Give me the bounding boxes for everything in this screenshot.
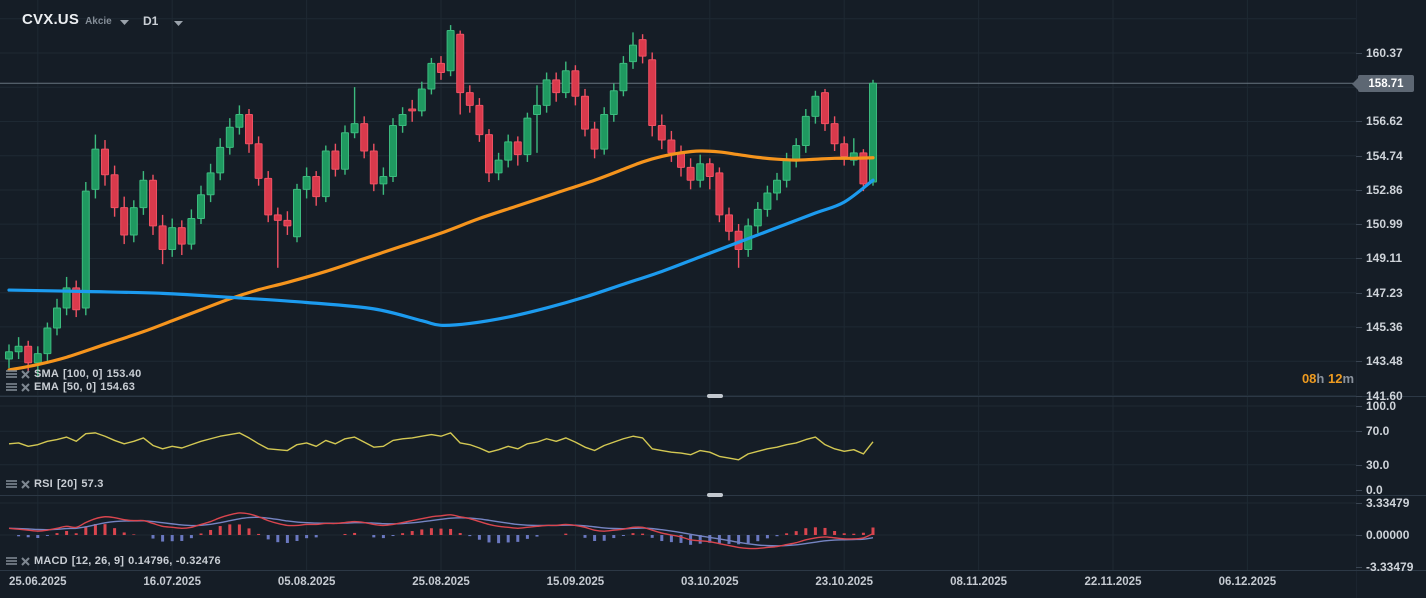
- indicator-params: [50, 0]: [63, 381, 97, 393]
- rsi-axis-label: 30.0: [1366, 457, 1390, 472]
- timeframe-selector[interactable]: D1: [143, 10, 184, 31]
- market-type-label: Akcie: [85, 15, 112, 27]
- price-axis-label: 156.62: [1366, 114, 1403, 129]
- axis-tick: [1356, 326, 1362, 328]
- date-axis-label: 25.08.2025: [412, 576, 470, 588]
- date-axis-label: 03.10.2025: [681, 576, 739, 588]
- axis-tick: [1356, 121, 1362, 123]
- date-axis-label: 05.08.2025: [277, 576, 336, 588]
- price-axis-separator: [1356, 0, 1357, 598]
- axis-tick: [1356, 567, 1362, 568]
- axis-tick: [1356, 490, 1362, 491]
- current-price-tag: 158.71: [1352, 75, 1414, 92]
- symbol-selector[interactable]: CVX.US Akcie: [22, 9, 129, 30]
- divider-grip-icon[interactable]: [707, 394, 723, 398]
- date-axis-label: 08.11.2025: [950, 576, 1008, 588]
- price-axis-label: 149.11: [1366, 251, 1403, 266]
- axis-tick: [1356, 431, 1362, 433]
- macd-axis-label: 3.33479: [1366, 495, 1410, 510]
- axis-tick: [1356, 53, 1362, 54]
- axis-tick: [1356, 406, 1362, 407]
- date-axis-label: 15.09.2025: [546, 576, 605, 588]
- date-axis-label: 22.11.2025: [1084, 576, 1142, 588]
- pane-divider[interactable]: [0, 394, 1426, 398]
- axis-tick: [1356, 395, 1362, 397]
- price-axis-label: 150.99: [1366, 217, 1403, 232]
- rsi-axis-label: 100.0: [1366, 399, 1397, 413]
- macd-axis-label: -3.33479: [1366, 560, 1414, 574]
- indicator-value: 57.3: [81, 478, 104, 490]
- sma-legend: SMA [100, 0] 153.40: [6, 368, 141, 380]
- axis-tick: [1356, 502, 1362, 504]
- indicator-name: EMA: [34, 381, 60, 393]
- divider-grip-icon[interactable]: [707, 493, 723, 497]
- indicator-settings-icon[interactable]: [6, 382, 17, 392]
- chevron-down-icon: [119, 12, 129, 30]
- rsi-axis-label: 70.0: [1366, 424, 1390, 439]
- price-axis-label: 152.86: [1366, 183, 1403, 198]
- axis-tick: [1356, 155, 1362, 157]
- symbol-name: CVX.US: [22, 11, 80, 28]
- ema-legend: EMA [50, 0] 154.63: [6, 381, 135, 393]
- axis-tick: [1356, 224, 1362, 226]
- axis-tick: [1356, 535, 1362, 536]
- remove-indicator-icon[interactable]: [21, 556, 30, 566]
- indicator-params: [100, 0]: [63, 368, 103, 380]
- remove-indicator-icon[interactable]: [21, 369, 30, 379]
- price-axis-label: 143.48: [1366, 354, 1403, 369]
- date-axis-label: 25.06.2025: [9, 576, 67, 588]
- price-axis-label: 147.23: [1366, 285, 1403, 300]
- date-axis-label: 23.10.2025: [815, 576, 873, 588]
- chart-root: CVX.US Akcie D1 SMA [100, 0] 153.40 EMA [50…: [0, 0, 1426, 598]
- indicator-settings-icon[interactable]: [6, 369, 17, 379]
- indicator-name: MACD: [34, 555, 68, 567]
- date-axis-label: 06.12.2025: [1218, 576, 1277, 588]
- chart-canvas[interactable]: [0, 0, 1426, 598]
- pane-divider[interactable]: [0, 493, 1426, 497]
- rsi-legend: RSI [20] 57.3: [6, 478, 104, 490]
- price-axis-label: 145.36: [1366, 319, 1403, 334]
- indicator-name: RSI: [34, 478, 53, 490]
- date-axis-divider: [0, 570, 1426, 571]
- indicator-value: 0.14796, -0.32476: [128, 555, 221, 567]
- rsi-axis-label: 0.0: [1366, 483, 1383, 497]
- price-axis-label: 160.37: [1366, 46, 1403, 60]
- chevron-down-icon: [174, 13, 184, 31]
- axis-tick: [1356, 258, 1362, 260]
- indicator-params: [20]: [56, 478, 78, 490]
- macd-legend: MACD [12, 26, 9] 0.14796, -0.32476: [6, 555, 221, 567]
- macd-axis-label: 0.00000: [1366, 528, 1410, 542]
- indicator-value: 154.63: [100, 381, 136, 393]
- axis-tick: [1356, 361, 1362, 363]
- remove-indicator-icon[interactable]: [21, 382, 30, 392]
- indicator-settings-icon[interactable]: [6, 556, 17, 566]
- price-axis-label: 154.74: [1366, 148, 1403, 163]
- indicator-name: SMA: [34, 368, 60, 380]
- timeframe-label: D1: [143, 13, 159, 28]
- indicator-settings-icon[interactable]: [6, 479, 17, 489]
- axis-tick: [1356, 292, 1362, 294]
- axis-tick: [1356, 464, 1362, 466]
- candle-countdown: 08h 12m: [1301, 371, 1354, 386]
- indicator-value: 153.40: [106, 368, 142, 380]
- indicator-params: [12, 26, 9]: [71, 555, 125, 567]
- date-axis-label: 16.07.2025: [143, 576, 201, 588]
- remove-indicator-icon[interactable]: [21, 479, 30, 489]
- axis-tick: [1356, 190, 1362, 192]
